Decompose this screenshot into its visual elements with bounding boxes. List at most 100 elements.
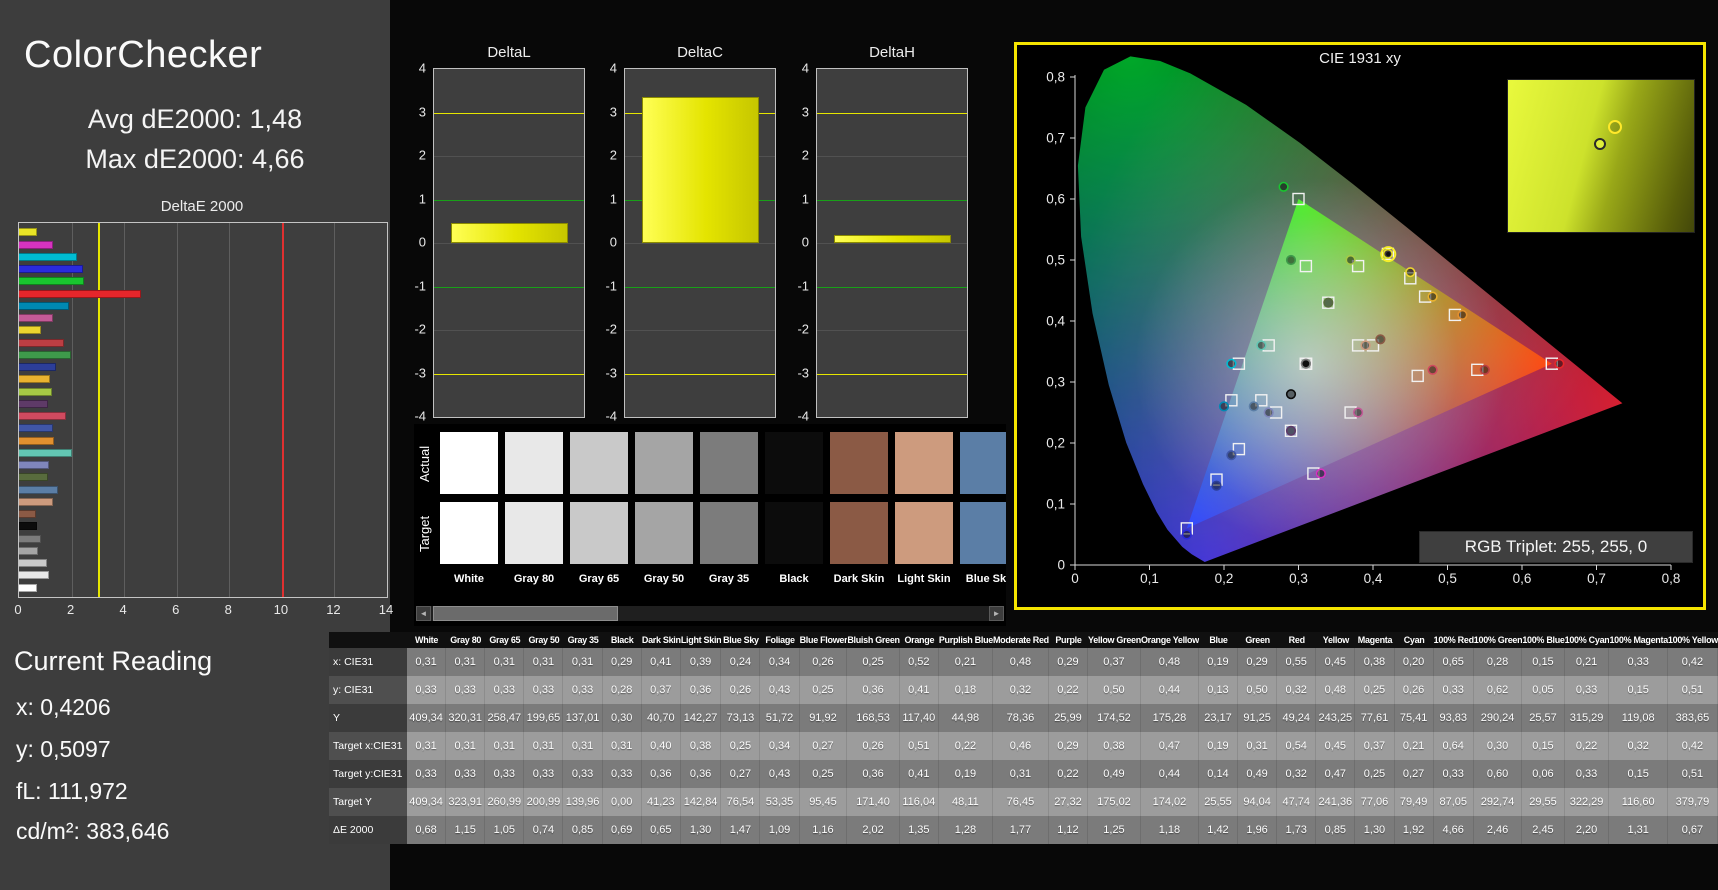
swatch-actual[interactable] <box>700 432 758 494</box>
swatch-actual[interactable] <box>830 432 888 494</box>
swatch-target[interactable] <box>505 502 563 564</box>
swatch-column: Gray 80 <box>505 432 563 602</box>
table-cell: 0,28 <box>602 676 642 704</box>
table-cell: 0,33 <box>1564 676 1610 704</box>
delta-threshold-line <box>434 243 584 244</box>
table-cell: 0,27 <box>721 760 761 788</box>
deltae-bar <box>19 363 57 371</box>
table-row-label: x: CIE31 <box>329 648 407 676</box>
cie-actual-marker <box>1285 425 1297 436</box>
deltah-chart-title: DeltaH <box>869 44 915 61</box>
deltae-x-tick-label: 12 <box>326 602 341 617</box>
table-cell: 142,84 <box>680 788 722 816</box>
table-cell: 0,25 <box>721 732 761 760</box>
rgb-triplet-label: RGB Triplet: 255, 255, 0 <box>1419 531 1693 563</box>
svg-text:0,2: 0,2 <box>1215 571 1234 586</box>
cie-actual-marker <box>1405 267 1416 278</box>
cie-panel: 0 0 0,1 0,1 0,2 0,2 0,3 0,3 0,4 0,4 0,5 0,5 0,6 0,6 0,… <box>1014 42 1706 610</box>
table-cell: 93,83 <box>1433 704 1474 732</box>
deltah-chart <box>816 68 968 418</box>
table-cell: 0,85 <box>563 816 603 844</box>
table-cell: 323,91 <box>446 788 486 816</box>
delta-y-tick-label: 0 <box>609 234 617 250</box>
table-cell: 0,41 <box>641 648 681 676</box>
deltae-x-tick-label: 4 <box>119 602 127 617</box>
swatch-actual[interactable] <box>440 432 498 494</box>
swatch-target[interactable] <box>570 502 628 564</box>
scrollbar-thumb[interactable] <box>433 606 618 621</box>
deltae-bar <box>19 375 51 384</box>
delta-threshold-line <box>817 243 967 244</box>
table-cell: 0,22 <box>1048 676 1089 704</box>
table-cell: 53,35 <box>760 788 800 816</box>
table-col-header: Orange <box>899 632 939 648</box>
swatch-actual[interactable] <box>895 432 953 494</box>
swatch-column: Light Skin <box>895 432 953 602</box>
swatch-target[interactable] <box>635 502 693 564</box>
swatch-actual[interactable] <box>765 432 823 494</box>
table-cell: 1,12 <box>1048 816 1089 844</box>
swatch-scrollbar[interactable]: ◄ ► <box>416 606 1004 621</box>
table-cell: 95,45 <box>799 788 848 816</box>
swatch-target[interactable] <box>700 502 758 564</box>
swatch-target[interactable] <box>765 502 823 564</box>
table-col-header: Blue Flower <box>799 632 848 648</box>
delta-y-tick-label: -1 <box>414 278 426 293</box>
table-row-label: Target y:CIE31 <box>329 760 407 788</box>
swatch-label: Gray 80 <box>513 573 555 585</box>
table-cell: 0,44 <box>1140 676 1199 704</box>
table-cell: 0,21 <box>1564 648 1610 676</box>
table-cell: 241,36 <box>1316 788 1356 816</box>
table-cell: 47,74 <box>1277 788 1317 816</box>
swatch-target[interactable] <box>440 502 498 564</box>
swatch-target[interactable] <box>895 502 953 564</box>
current-reading-cdm2: cd/m²: 383,646 <box>16 818 170 844</box>
swatch-target[interactable] <box>960 502 1006 564</box>
swatch-actual[interactable] <box>570 432 628 494</box>
deltah-y-axis: 4 3 2 1 0 -1 -2 -3 -4 <box>785 61 811 424</box>
table-cell: 0,42 <box>1667 648 1718 676</box>
svg-text:0,7: 0,7 <box>1046 131 1065 146</box>
cie-actual-marker <box>1285 254 1297 266</box>
table-cell: 0,33 <box>1433 676 1474 704</box>
swatch-actual[interactable] <box>505 432 563 494</box>
svg-text:0,1: 0,1 <box>1140 571 1159 586</box>
table-cell: 119,08 <box>1609 704 1668 732</box>
table-cell: 0,69 <box>602 816 642 844</box>
table-cell: 1,47 <box>721 816 761 844</box>
deltac-chart-title: DeltaC <box>677 44 723 61</box>
deltae-bar <box>19 265 84 273</box>
deltae-bar <box>19 448 73 457</box>
table-cell: 0,31 <box>524 648 564 676</box>
delta-threshold-line <box>817 330 967 331</box>
swatch-target[interactable] <box>830 502 888 564</box>
swatch-column: Gray 35 <box>700 432 758 602</box>
scroll-left-button[interactable]: ◄ <box>416 606 431 621</box>
deltae-bar-group <box>19 223 387 597</box>
cie-actual-marker <box>1353 407 1364 418</box>
deltae-x-tick-label: 6 <box>172 602 180 617</box>
table-cell: 0,33 <box>446 676 486 704</box>
deltae-x-tick-label: 14 <box>378 602 394 617</box>
page-title: ColorChecker <box>24 34 263 76</box>
swatch-actual[interactable] <box>635 432 693 494</box>
deltae-chart <box>18 222 388 598</box>
table-cell: 409,34 <box>407 704 447 732</box>
cie-actual-marker <box>1554 358 1565 369</box>
swatch-actual[interactable] <box>960 432 1006 494</box>
current-reading-title: Current Reading <box>14 646 213 676</box>
table-cell: 0,32 <box>1277 676 1317 704</box>
delta-threshold-line <box>625 330 775 331</box>
swatch-column: Gray 50 <box>635 432 693 602</box>
table-cell: 79,49 <box>1394 788 1434 816</box>
deltae-bar <box>19 473 48 482</box>
table-cell: 48,11 <box>938 788 993 816</box>
table-cell: 0,33 <box>563 760 603 788</box>
table-cell: 0,25 <box>799 760 848 788</box>
table-cell: 2,20 <box>1564 816 1610 844</box>
table-cell: 0,15 <box>1522 648 1565 676</box>
deltac-y-axis: 4 3 2 1 0 -1 -2 -3 -4 <box>593 61 619 424</box>
scroll-right-button[interactable]: ► <box>989 606 1004 621</box>
table-row-label: ΔE 2000 <box>329 816 407 844</box>
table-col-header: Green <box>1238 632 1278 648</box>
